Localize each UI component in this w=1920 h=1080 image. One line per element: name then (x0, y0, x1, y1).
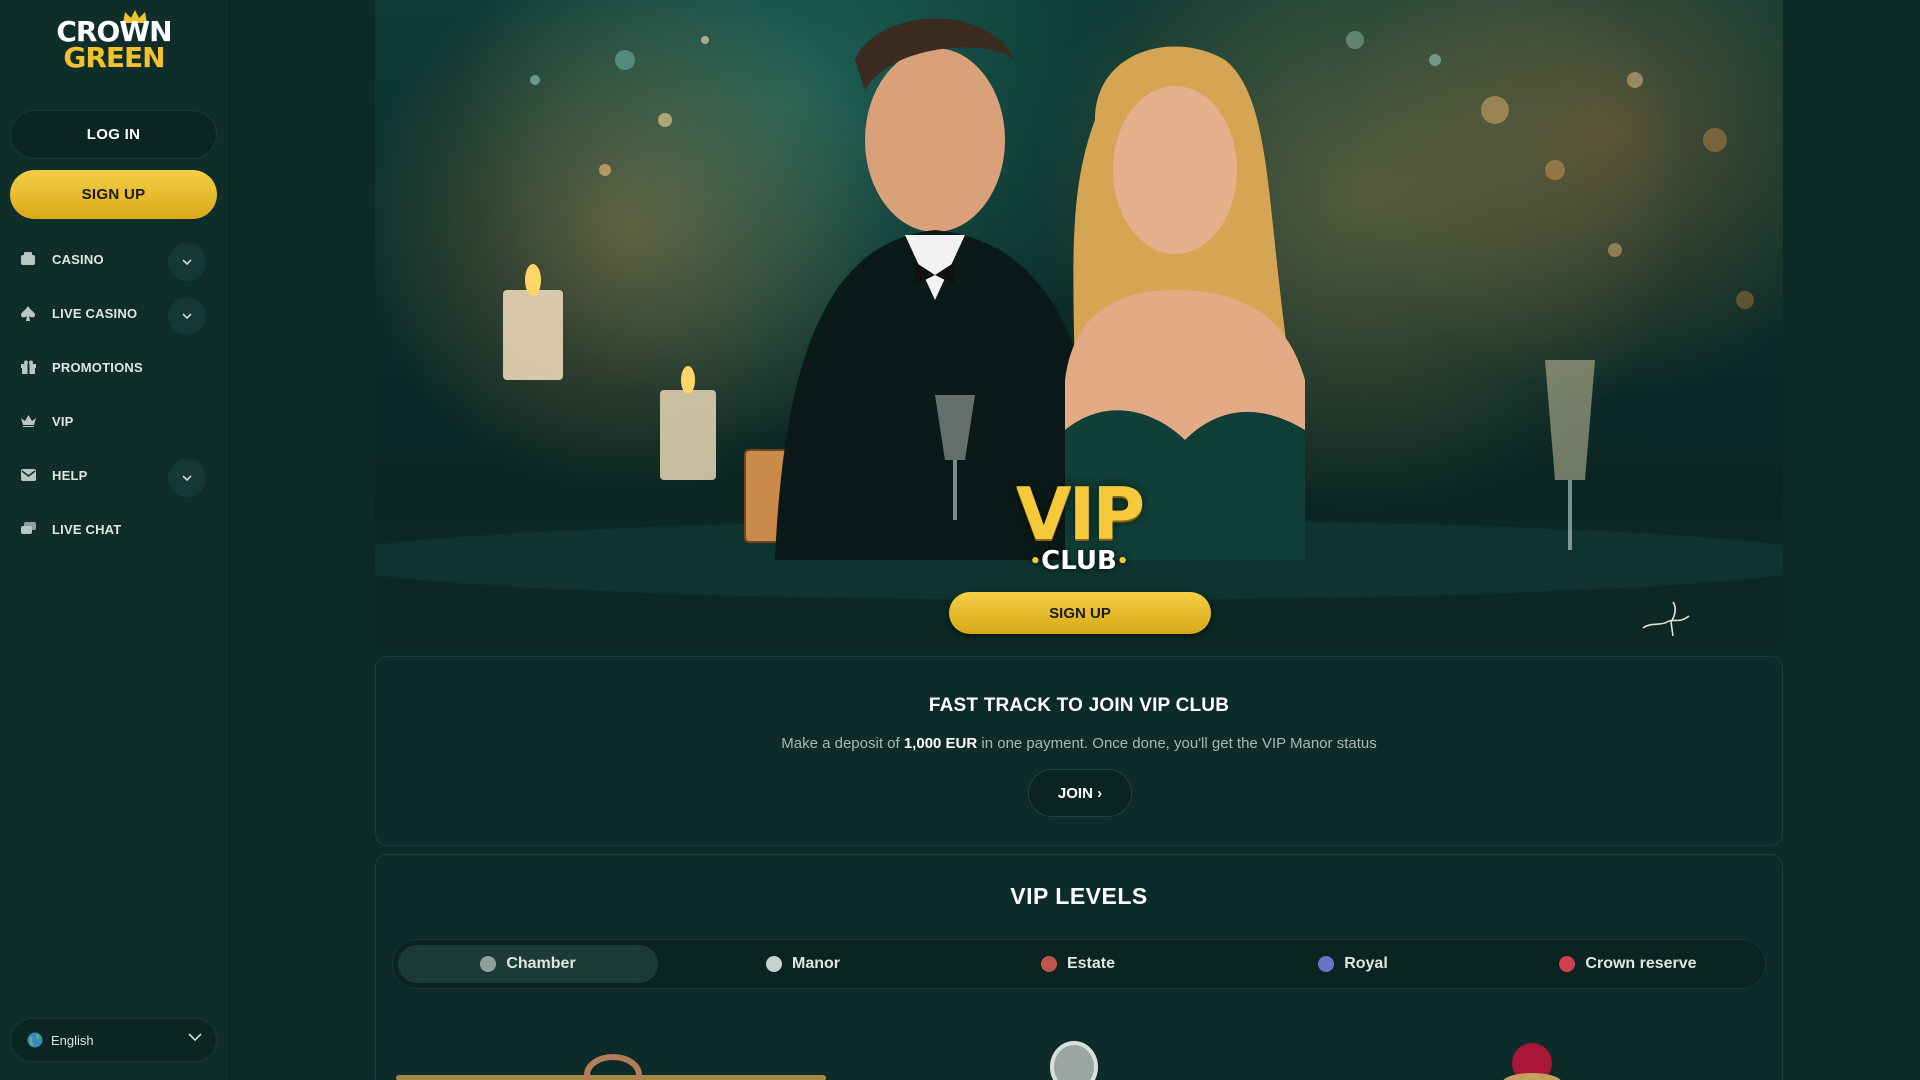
tab-label: Estate (1066, 955, 1116, 972)
vip-level-tabs: Chamber Manor Estate Royal Crown reserve (392, 939, 1766, 989)
language-label: English (51, 1032, 94, 1048)
crown-icon (20, 413, 36, 429)
sidebar-item-live-casino[interactable]: LIVE CASINO (0, 286, 229, 340)
club-label: CLUB (1041, 546, 1117, 576)
sidebar-item-label: CASINO (52, 251, 104, 267)
club-logo-text: •CLUB• (1029, 546, 1129, 576)
ring-images-row (396, 1041, 1561, 1080)
crown-green-logo[interactable]: CROWN GREEN (44, 10, 184, 78)
sidebar-item-label: LIVE CHAT (52, 521, 122, 537)
tab-label: Manor (792, 955, 840, 972)
royal-level-icon (1318, 956, 1335, 972)
vip-levels-card: VIP LEVELS Chamber Manor Estate Royal Cr… (375, 854, 1783, 1080)
vip-club-logo: VIP •CLUB• (1011, 478, 1147, 576)
tab-royal[interactable]: Royal (1223, 945, 1483, 983)
tab-crown-reserve[interactable]: Crown reserve (1498, 945, 1758, 983)
sidebar-item-label: HELP (52, 467, 88, 483)
estate-level-icon (1040, 956, 1057, 972)
logo-line-1: CROWN (56, 15, 172, 48)
language-selector[interactable]: English (10, 1018, 217, 1062)
desc-prefix: Make a deposit of (781, 735, 904, 752)
vip-logo-text: VIP (1015, 472, 1145, 556)
mail-icon (20, 467, 36, 483)
fast-track-title: FAST TRACK TO JOIN VIP CLUB (928, 695, 1230, 716)
tab-label: Royal (1344, 955, 1388, 972)
sidebar-nav: CASINO LIVE CASINO PROMOTIONS VIP HELP L… (0, 232, 229, 556)
sidebar: CROWN GREEN LOG IN SIGN UP CASINO LIVE C… (0, 0, 229, 1080)
globe-icon (27, 1032, 43, 1048)
manor-level-icon (766, 956, 782, 972)
sidebar-item-label: PROMOTIONS (52, 359, 143, 375)
crown-reserve-level-icon (1559, 956, 1576, 972)
chamber-level-icon (480, 956, 497, 972)
casino-icon (20, 251, 36, 267)
sidebar-item-label: LIVE CASINO (52, 305, 138, 321)
vip-levels-title: VIP LEVELS (1010, 883, 1148, 909)
gift-icon (20, 359, 36, 375)
hero-signup-button[interactable]: SIGN UP (949, 592, 1211, 634)
chevron-down-icon (188, 1033, 202, 1041)
artist-signature (1642, 601, 1690, 637)
login-button[interactable]: LOG IN (10, 110, 217, 159)
logo-line-2: GREEN (63, 41, 165, 74)
chevron-down-icon[interactable] (168, 297, 206, 335)
sidebar-item-casino[interactable]: CASINO (0, 232, 229, 286)
sidebar-item-promotions[interactable]: PROMOTIONS (0, 340, 229, 394)
tab-estate[interactable]: Estate (948, 945, 1208, 983)
tab-label: Chamber (506, 955, 576, 972)
sidebar-item-live-chat[interactable]: LIVE CHAT (0, 502, 229, 556)
chat-icon (20, 521, 36, 537)
signup-button[interactable]: SIGN UP (10, 170, 217, 219)
chevron-down-icon[interactable] (168, 459, 206, 497)
tab-manor[interactable]: Manor (673, 945, 933, 983)
fast-track-card: FAST TRACK TO JOIN VIP CLUB Make a depos… (375, 656, 1783, 846)
desc-suffix: in one payment. Once done, you'll get th… (977, 735, 1377, 752)
sidebar-item-help[interactable]: HELP (0, 448, 229, 502)
sidebar-item-vip[interactable]: VIP (0, 394, 229, 448)
fast-track-description: Make a deposit of 1,000 EUR in one payme… (376, 735, 1782, 752)
chevron-down-icon[interactable] (168, 243, 206, 281)
join-button[interactable]: JOIN › (1028, 769, 1132, 817)
tab-chamber[interactable]: Chamber (398, 945, 658, 983)
vip-hero-banner: VIP •CLUB• SIGN UP (375, 0, 1783, 648)
tab-label: Crown reserve (1585, 955, 1697, 972)
deposit-amount: 1,000 EUR (903, 735, 978, 752)
spade-icon (20, 305, 36, 321)
sidebar-item-label: VIP (52, 413, 74, 429)
